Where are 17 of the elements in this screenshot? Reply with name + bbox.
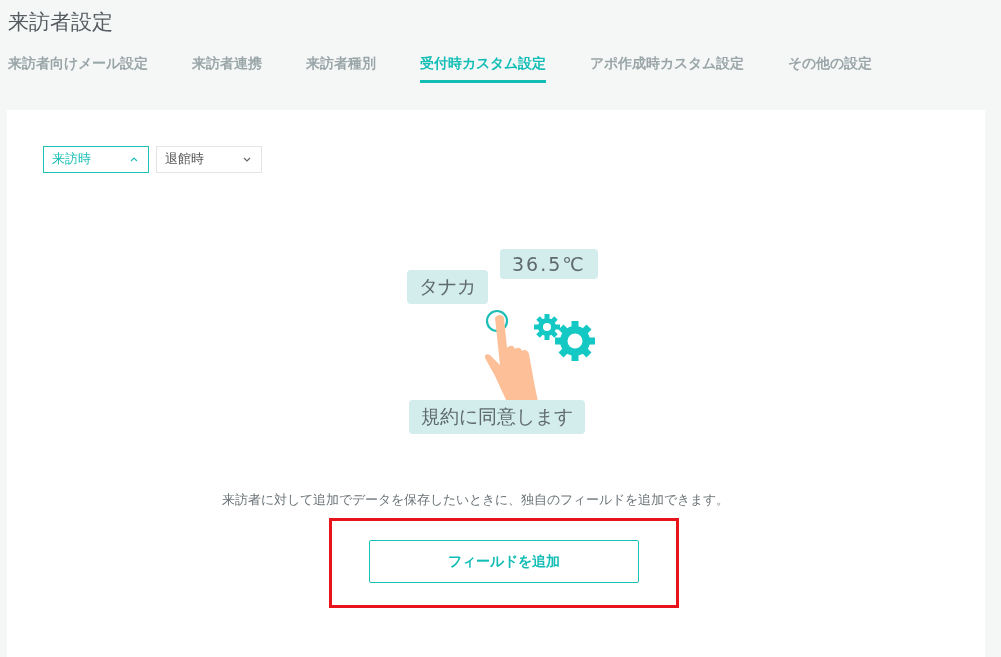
speech-bubble: 規約に同意します: [409, 400, 585, 434]
tab[interactable]: アポ作成時カスタム設定: [590, 55, 744, 83]
caret-icon: [243, 157, 251, 162]
dropdown[interactable]: 来訪時: [43, 146, 149, 173]
speech-bubble: タナカ: [407, 270, 488, 304]
tab[interactable]: その他の設定: [788, 55, 872, 83]
add-field-button[interactable]: フィールドを追加: [369, 540, 639, 583]
tab[interactable]: 受付時カスタム設定: [420, 55, 546, 83]
caret-icon: [130, 157, 138, 162]
tab[interactable]: 来訪者種別: [306, 55, 376, 83]
ring-icon: [485, 309, 509, 333]
speech-bubble: 36.5℃: [500, 249, 598, 279]
tab[interactable]: 来訪者連携: [192, 55, 262, 83]
tab[interactable]: 来訪者向けメール設定: [8, 55, 148, 83]
description-text: 来訪者に対して追加でデータを保存したいときに、独自のフィールドを追加できます。: [222, 491, 730, 509]
dropdown[interactable]: 退館時: [156, 146, 262, 173]
page-title: 来訪者設定: [8, 9, 114, 36]
